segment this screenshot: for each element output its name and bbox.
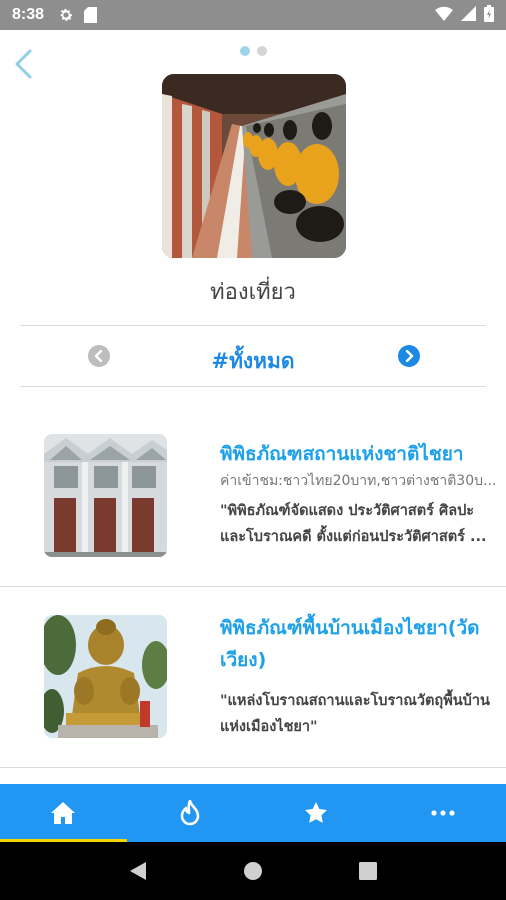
place-title: พิพิธภัณฑ์พื้นบ้านเมืองไชยา(วัดเวียง) bbox=[220, 617, 480, 671]
place-subtitle: ค่าเข้าชม:ชาวไทย20บาท,ชาวต่างชาติ30บ... bbox=[220, 473, 497, 489]
pager-dot-2[interactable] bbox=[256, 46, 267, 56]
place-description: "พิพิธภัณฑ์จัดแสดง ประวัติศาสตร์ ศิลปะแล… bbox=[220, 503, 487, 545]
sd-card-icon bbox=[84, 7, 98, 23]
home-circle-icon bbox=[243, 861, 263, 881]
pager-dots bbox=[0, 46, 506, 56]
flame-icon bbox=[179, 800, 201, 826]
golden-buddha-statue-photo bbox=[44, 615, 167, 738]
system-recents-button[interactable] bbox=[348, 851, 388, 891]
place-text: พิพิธภัณฑสถานแห่งชาติไชยา ค่าเข้าชม:ชาวไ… bbox=[220, 438, 500, 550]
gear-icon bbox=[58, 7, 74, 23]
place-list-item[interactable]: พิพิธภัณฑ์พื้นบ้านเมืองไชยา(วัดเวียง) "แ… bbox=[0, 588, 506, 768]
status-right-icons bbox=[435, 4, 494, 26]
pager-dot-1[interactable] bbox=[239, 46, 250, 56]
recents-square-icon bbox=[359, 862, 378, 880]
nav-tab-popular[interactable] bbox=[127, 784, 254, 842]
screen: 8:38 ท่องเที่ยว #ทั้งหมด พิพิธภัณฑสถานแห… bbox=[0, 0, 506, 900]
back-triangle-icon bbox=[129, 861, 147, 881]
next-tag-button[interactable] bbox=[398, 345, 420, 367]
star-icon bbox=[304, 801, 328, 825]
system-navigation-bar bbox=[0, 842, 506, 900]
place-text: พิพิธภัณฑ์พื้นบ้านเมืองไชยา(วัดเวียง) "แ… bbox=[220, 612, 500, 740]
tag-filter-bar: #ทั้งหมด bbox=[20, 325, 486, 387]
signal-icon bbox=[461, 5, 476, 25]
category-title: ท่องเที่ยว bbox=[210, 280, 296, 305]
chevron-right-circle-icon bbox=[403, 350, 415, 362]
museum-building-photo bbox=[44, 434, 167, 557]
battery-icon bbox=[484, 4, 494, 26]
more-dots-icon bbox=[431, 810, 455, 816]
system-back-button[interactable] bbox=[118, 851, 158, 891]
wifi-icon bbox=[435, 6, 453, 25]
category-hero-image bbox=[162, 74, 346, 258]
nav-tab-more[interactable] bbox=[380, 784, 506, 842]
system-home-button[interactable] bbox=[233, 851, 273, 891]
nav-tab-favorites[interactable] bbox=[253, 784, 380, 842]
place-title: พิพิธภัณฑสถานแห่งชาติไชยา bbox=[220, 443, 464, 465]
place-description: "แหล่งโบราณสถานและโบราณวัตถุพื้นบ้านแห่ง… bbox=[220, 693, 490, 735]
status-time: 8:38 bbox=[12, 6, 45, 23]
place-list-item[interactable]: พิพิธภัณฑสถานแห่งชาติไชยา ค่าเข้าชม:ชาวไ… bbox=[0, 410, 506, 587]
bottom-navigation bbox=[0, 784, 506, 842]
status-bar: 8:38 bbox=[0, 0, 506, 30]
home-icon bbox=[50, 801, 76, 825]
nav-tab-home[interactable] bbox=[0, 784, 127, 842]
